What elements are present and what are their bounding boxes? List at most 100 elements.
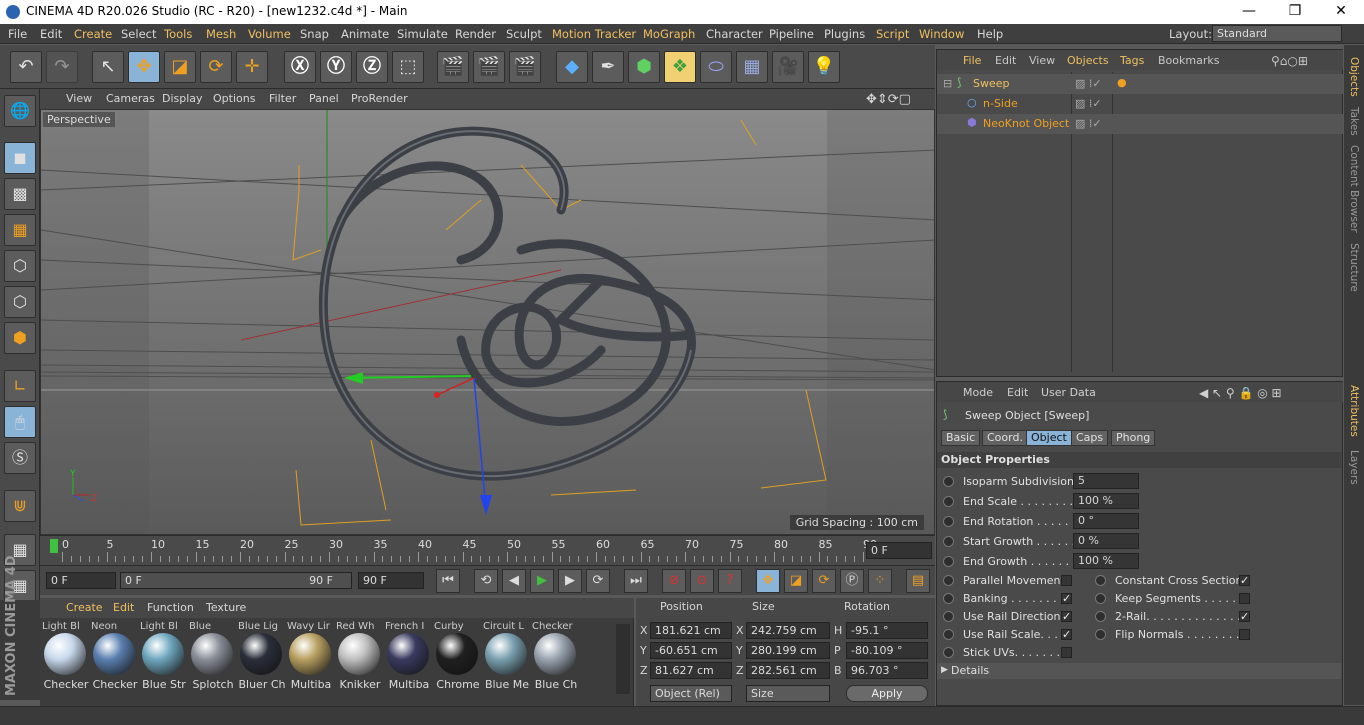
prev-frame-button[interactable]: ◀ bbox=[502, 569, 526, 593]
points-mode-button[interactable]: ⬡ bbox=[4, 250, 36, 282]
obj-nav-icons[interactable]: ⚲⌂○⊞ bbox=[1271, 54, 1308, 68]
size-field[interactable]: 280.199 cm bbox=[746, 642, 830, 659]
key-rotation-button[interactable]: ⟳ bbox=[812, 569, 836, 593]
render-picture-viewer-button[interactable]: 🎬 bbox=[473, 51, 505, 83]
attr-menu-user-data[interactable]: User Data bbox=[1041, 386, 1096, 399]
obj-menu-tags[interactable]: Tags bbox=[1120, 54, 1144, 67]
side-tab[interactable]: Takes bbox=[1348, 107, 1360, 136]
side-tab[interactable]: Structure bbox=[1348, 243, 1360, 292]
tab-basic[interactable]: Basic bbox=[941, 430, 981, 446]
apply-button[interactable]: Apply bbox=[846, 685, 928, 702]
menu-sculpt[interactable]: Sculpt bbox=[506, 27, 542, 41]
material-swatch[interactable]: Blue Lig Bluer Ch bbox=[238, 621, 286, 691]
vp-menu-prorender[interactable]: ProRender bbox=[351, 92, 408, 105]
rotation-field[interactable]: -95.1 ° bbox=[846, 622, 928, 639]
tab-caps[interactable]: Caps bbox=[1071, 430, 1109, 446]
viewport-nav-icons[interactable]: ✥⇕⟳▢ bbox=[866, 92, 911, 107]
end-frame-field[interactable]: 90 F bbox=[358, 572, 424, 589]
coord-mode-select[interactable]: Object (Rel) bbox=[650, 685, 732, 702]
keyframe-radio[interactable] bbox=[943, 593, 954, 604]
object-row-sweep[interactable]: ⊟ ⟆ Sweep ▨ ⁞✓ ● bbox=[937, 74, 1343, 94]
menu-volume[interactable]: Volume bbox=[248, 27, 291, 41]
obj-menu-objects[interactable]: Objects bbox=[1067, 54, 1109, 67]
magnet-button[interactable]: ⋓ bbox=[4, 490, 36, 522]
workplane-button[interactable]: ▦ bbox=[4, 214, 36, 246]
obj-menu-bookmarks[interactable]: Bookmarks bbox=[1158, 54, 1219, 67]
material-swatch[interactable]: Wavy Lir Multiba bbox=[287, 621, 333, 691]
menu-animate[interactable]: Animate bbox=[341, 27, 389, 41]
material-swatch[interactable]: Curby Chrome bbox=[434, 621, 480, 691]
vp-menu-options[interactable]: Options bbox=[213, 92, 255, 105]
property-value-field[interactable]: 0 % bbox=[1073, 533, 1139, 549]
keyframe-selection-button[interactable]: ? bbox=[718, 569, 742, 593]
texture-mode-button[interactable]: ▩ bbox=[4, 178, 36, 210]
object-row-neoknot[interactable]: ⬢ NeoKnot Object ▨ ⁞✓ bbox=[937, 114, 1343, 134]
menu-plugins[interactable]: Plugins bbox=[824, 27, 865, 41]
side-tab[interactable]: Content Browser bbox=[1348, 145, 1360, 233]
material-swatch[interactable]: Light Bl Checker bbox=[42, 621, 88, 691]
material-scrollbar[interactable] bbox=[616, 624, 630, 694]
material-swatch[interactable]: Blue Splotch bbox=[189, 621, 235, 691]
make-editable-button[interactable]: 🌐 bbox=[4, 95, 36, 127]
material-swatch[interactable]: French I Multiba bbox=[385, 621, 431, 691]
visibility-toggle[interactable]: ▨ ⁞✓ bbox=[1075, 97, 1102, 110]
object-row-nside[interactable]: ○ n-Side ▨ ⁞✓ bbox=[937, 94, 1343, 114]
render-settings-button[interactable]: 🎬 bbox=[509, 51, 541, 83]
size-field[interactable]: 282.561 cm bbox=[746, 662, 830, 679]
cube-button[interactable]: ◆ bbox=[556, 51, 588, 83]
keyframe-radio[interactable] bbox=[943, 516, 954, 527]
current-frame-field[interactable]: 0 F bbox=[866, 542, 932, 559]
checkbox[interactable] bbox=[1061, 575, 1072, 586]
light-button[interactable]: 💡 bbox=[808, 51, 840, 83]
attr-nav-icons[interactable]: ◀ ↖ ⚲ 🔒 ◎ ⊞ bbox=[1199, 386, 1282, 400]
side-tab[interactable]: Attributes bbox=[1348, 385, 1360, 437]
undo-button[interactable]: ↶ bbox=[10, 51, 42, 83]
next-frame-button[interactable]: ▶ bbox=[558, 569, 582, 593]
rotation-field[interactable]: 96.703 ° bbox=[846, 662, 928, 679]
close-icon[interactable]: ✕ bbox=[1318, 0, 1364, 24]
property-value-field[interactable]: 100 % bbox=[1073, 493, 1139, 509]
vp-menu-cameras[interactable]: Cameras bbox=[106, 92, 155, 105]
live-selection-button[interactable]: ↖ bbox=[92, 51, 124, 83]
go-to-end-button[interactable]: ⏭ bbox=[624, 569, 648, 593]
keyframe-radio[interactable] bbox=[943, 556, 954, 567]
keyframe-radio[interactable] bbox=[943, 536, 954, 547]
axis-mode-button[interactable]: ∟ bbox=[4, 370, 36, 402]
material-swatch[interactable]: Neon Checker bbox=[91, 621, 137, 691]
menu-edit[interactable]: Edit bbox=[40, 27, 62, 41]
deformer-button[interactable]: ⬭ bbox=[700, 51, 732, 83]
checkbox[interactable] bbox=[1239, 629, 1250, 640]
next-key-button[interactable]: ⟳ bbox=[586, 569, 610, 593]
material-swatch[interactable]: Red Wh Knikker bbox=[336, 621, 382, 691]
attr-menu-mode[interactable]: Mode bbox=[963, 386, 993, 399]
expand-icon[interactable]: ▶ bbox=[941, 665, 948, 675]
z-axis-button[interactable]: Ⓩ bbox=[356, 51, 388, 83]
go-to-start-button[interactable]: ⏮ bbox=[436, 569, 460, 593]
play-button[interactable]: ▶ bbox=[530, 569, 554, 593]
menu-character[interactable]: Character bbox=[706, 27, 763, 41]
material-swatch[interactable]: Checker Blue Ch bbox=[532, 621, 578, 691]
mat-menu-function[interactable]: Function bbox=[147, 601, 194, 614]
obj-menu-view[interactable]: View bbox=[1029, 54, 1055, 67]
obj-menu-edit[interactable]: Edit bbox=[995, 54, 1016, 67]
property-value-field[interactable]: 100 % bbox=[1073, 553, 1139, 569]
menu-simulate[interactable]: Simulate bbox=[397, 27, 448, 41]
start-frame-field[interactable]: 0 F bbox=[46, 572, 116, 589]
snapping-button[interactable]: Ⓢ bbox=[4, 442, 36, 474]
key-pla-button[interactable]: ⁘ bbox=[868, 569, 892, 593]
floor-button[interactable]: ▦ bbox=[736, 51, 768, 83]
keyframe-radio[interactable] bbox=[943, 575, 954, 586]
mat-menu-edit[interactable]: Edit bbox=[113, 601, 134, 614]
viewport[interactable]: Perspective Y Z Grid Spacing : 100 cm bbox=[40, 109, 935, 535]
mat-menu-create[interactable]: Create bbox=[66, 601, 103, 614]
record-keys-button[interactable]: ⊘ bbox=[662, 569, 686, 593]
menu-render[interactable]: Render bbox=[455, 27, 496, 41]
rotation-field[interactable]: -80.109 ° bbox=[846, 642, 928, 659]
position-field[interactable]: -60.651 cm bbox=[650, 642, 732, 659]
position-field[interactable]: 181.621 cm bbox=[650, 622, 732, 639]
coord-size-mode-select[interactable]: Size bbox=[746, 685, 830, 702]
rotate-tool-button[interactable]: ⟳ bbox=[200, 51, 232, 83]
menu-mograph[interactable]: MoGraph bbox=[643, 27, 695, 41]
subdivision-button[interactable]: ⬢ bbox=[628, 51, 660, 83]
timeline-button[interactable]: ▤ bbox=[906, 569, 930, 593]
